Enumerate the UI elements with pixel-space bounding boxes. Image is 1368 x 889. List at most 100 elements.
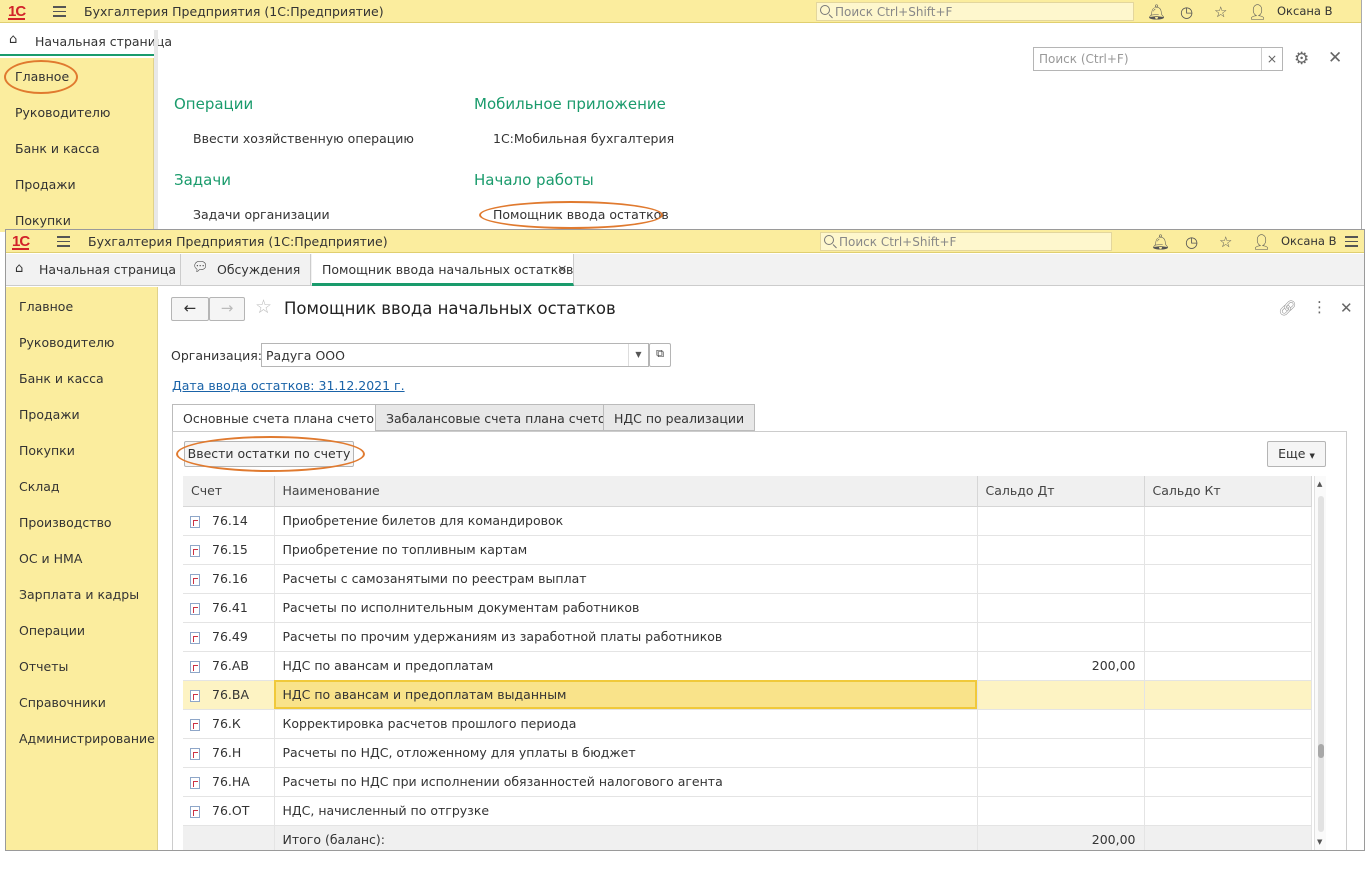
user-name[interactable]: Оксана В	[1281, 234, 1336, 248]
table-scrollbar[interactable]: ▲ ▼	[1314, 476, 1326, 850]
debit-cell[interactable]	[977, 738, 1145, 768]
nav-sales[interactable]: Продажи	[19, 407, 80, 422]
history-icon[interactable]: ◷	[1185, 233, 1198, 251]
subtab-main-accounts[interactable]: Основные счета плана счетов	[172, 404, 393, 432]
table-row-selected[interactable]: 76.ВА НДС по авансам и предоплатам выданн…	[183, 680, 1312, 710]
nav-directories[interactable]: Справочники	[19, 695, 106, 710]
table-row[interactable]: 76.ОТ НДС, начисленный по отгрузке	[183, 796, 1312, 826]
col-name[interactable]: Наименование	[274, 476, 978, 507]
nav-reports[interactable]: Отчеты	[19, 659, 68, 674]
col-credit[interactable]: Сальдо Кт	[1144, 476, 1312, 507]
nav-production[interactable]: Производство	[19, 515, 112, 530]
debit-cell[interactable]	[977, 796, 1145, 826]
scroll-up-icon[interactable]: ▲	[1317, 480, 1322, 488]
subtab-vat-sales[interactable]: НДС по реализации	[603, 404, 756, 431]
nav-payroll[interactable]: Зарплата и кадры	[19, 587, 139, 602]
home-tab[interactable]: ⌂ Начальная страница	[0, 24, 172, 56]
menu-icon[interactable]	[57, 236, 70, 247]
user-icon[interactable]: 👤︎	[1252, 233, 1271, 251]
nav-sales[interactable]: Продажи	[15, 177, 76, 192]
nav-manager[interactable]: Руководителю	[19, 335, 114, 350]
debit-cell[interactable]	[977, 680, 1145, 710]
star-icon[interactable]: ☆	[1219, 233, 1232, 251]
dropdown-icon[interactable]: ▼	[628, 344, 648, 366]
link-enter-operation[interactable]: Ввести хозяйственную операцию	[193, 131, 414, 146]
nav-purchases[interactable]: Покупки	[15, 213, 71, 228]
nav-bank[interactable]: Банк и касса	[19, 371, 104, 386]
clear-icon[interactable]: ×	[1261, 48, 1282, 70]
more-actions-icon[interactable]: ⋮	[1312, 298, 1327, 316]
tab-wizard[interactable]: Помощник ввода начальных остатков ×	[312, 254, 574, 286]
forward-button[interactable]: →	[209, 297, 245, 321]
user-icon[interactable]: 👤︎	[1248, 3, 1267, 21]
section-search[interactable]: Поиск (Ctrl+F) ×	[1033, 47, 1283, 71]
global-search[interactable]: Поиск Ctrl+Shift+F	[816, 2, 1134, 21]
link-icon[interactable]: 🔗︎	[1278, 299, 1297, 317]
debit-cell[interactable]	[977, 622, 1145, 652]
debit-cell[interactable]	[977, 767, 1145, 797]
table-row[interactable]: 76.14 Приобретение билетов для командиров…	[183, 506, 1312, 536]
history-icon[interactable]: ◷	[1180, 3, 1193, 21]
table-row[interactable]: 76.Н Расчеты по НДС, отложенному для упла…	[183, 738, 1312, 768]
bell-icon[interactable]: 🔔︎	[1151, 233, 1170, 251]
nav-manager[interactable]: Руководителю	[15, 105, 110, 120]
credit-cell[interactable]	[1144, 738, 1312, 768]
credit-cell[interactable]	[1144, 767, 1312, 797]
table-row[interactable]: 76.15 Приобретение по топливным картам	[183, 535, 1312, 565]
col-account[interactable]: Счет	[183, 476, 275, 507]
credit-cell[interactable]	[1144, 564, 1312, 594]
credit-cell[interactable]	[1144, 796, 1312, 826]
col-debit[interactable]: Сальдо Дт	[977, 476, 1145, 507]
link-mobile-accounting[interactable]: 1С:Мобильная бухгалтерия	[493, 131, 674, 146]
star-icon[interactable]: ☆	[1214, 3, 1227, 21]
credit-cell[interactable]	[1144, 506, 1312, 536]
credit-cell[interactable]	[1144, 709, 1312, 739]
menu-icon[interactable]	[53, 6, 66, 17]
close-tab-icon[interactable]: ×	[557, 261, 567, 276]
tab-home[interactable]: ⌂ Начальная страница	[6, 254, 181, 286]
debit-cell[interactable]: 200,00	[977, 651, 1145, 681]
scroll-down-icon[interactable]: ▼	[1317, 838, 1322, 846]
balance-date-link[interactable]: Дата ввода остатков: 31.12.2021 г.	[172, 378, 405, 393]
table-row[interactable]: 76.49 Расчеты по прочим удержаниям из зар…	[183, 622, 1312, 652]
close-form-icon[interactable]: ✕	[1340, 299, 1353, 317]
table-row[interactable]: 76.41 Расчеты по исполнительным документа…	[183, 593, 1312, 623]
debit-cell[interactable]	[977, 709, 1145, 739]
nav-warehouse[interactable]: Склад	[19, 479, 60, 494]
subtab-offbalance-accounts[interactable]: Забалансовые счета плана счетов	[375, 404, 625, 431]
debit-cell[interactable]	[977, 564, 1145, 594]
account-name[interactable]: НДС по авансам и предоплатам выданным	[274, 680, 978, 710]
link-org-tasks[interactable]: Задачи организации	[193, 207, 330, 222]
table-row[interactable]: 76.НА Расчеты по НДС при исполнении обяза…	[183, 767, 1312, 797]
open-org-button[interactable]: ⧉	[649, 343, 671, 367]
table-row[interactable]: 76.К Корректировка расчетов прошлого пери…	[183, 709, 1312, 739]
debit-cell[interactable]	[977, 535, 1145, 565]
scroll-thumb[interactable]	[1318, 744, 1324, 758]
credit-cell[interactable]	[1144, 535, 1312, 565]
nav-administration[interactable]: Администрирование	[19, 731, 155, 746]
window-menu-icon[interactable]	[1345, 236, 1358, 247]
table-row[interactable]: 76.АВ НДС по авансам и предоплатам 200,00	[183, 651, 1312, 681]
user-name[interactable]: Оксана В	[1277, 4, 1332, 18]
bell-icon[interactable]: 🔔︎	[1147, 3, 1166, 21]
close-icon[interactable]: ✕	[1328, 48, 1342, 68]
table-row[interactable]: 76.16 Расчеты с самозанятыми по реестрам …	[183, 564, 1312, 594]
global-search[interactable]: Поиск Ctrl+Shift+F	[820, 232, 1112, 251]
credit-cell[interactable]	[1144, 622, 1312, 652]
org-field[interactable]: Радуга ООО ▼	[261, 343, 649, 367]
debit-cell[interactable]	[977, 593, 1145, 623]
debit-cell[interactable]	[977, 506, 1145, 536]
nav-purchases[interactable]: Покупки	[19, 443, 75, 458]
credit-cell[interactable]	[1144, 593, 1312, 623]
settings-icon[interactable]: ⚙	[1294, 49, 1309, 69]
credit-cell[interactable]	[1144, 651, 1312, 681]
tab-discussions[interactable]: 💬︎ Обсуждения	[181, 254, 311, 286]
back-button[interactable]: ←	[171, 297, 209, 321]
nav-main[interactable]: Главное	[19, 299, 73, 314]
nav-assets[interactable]: ОС и НМА	[19, 551, 82, 566]
nav-operations[interactable]: Операции	[19, 623, 85, 638]
favorite-star-icon[interactable]: ☆	[255, 296, 272, 318]
nav-bank[interactable]: Банк и касса	[15, 141, 100, 156]
credit-cell[interactable]	[1144, 680, 1312, 710]
more-button[interactable]: Еще ▼	[1267, 441, 1326, 467]
